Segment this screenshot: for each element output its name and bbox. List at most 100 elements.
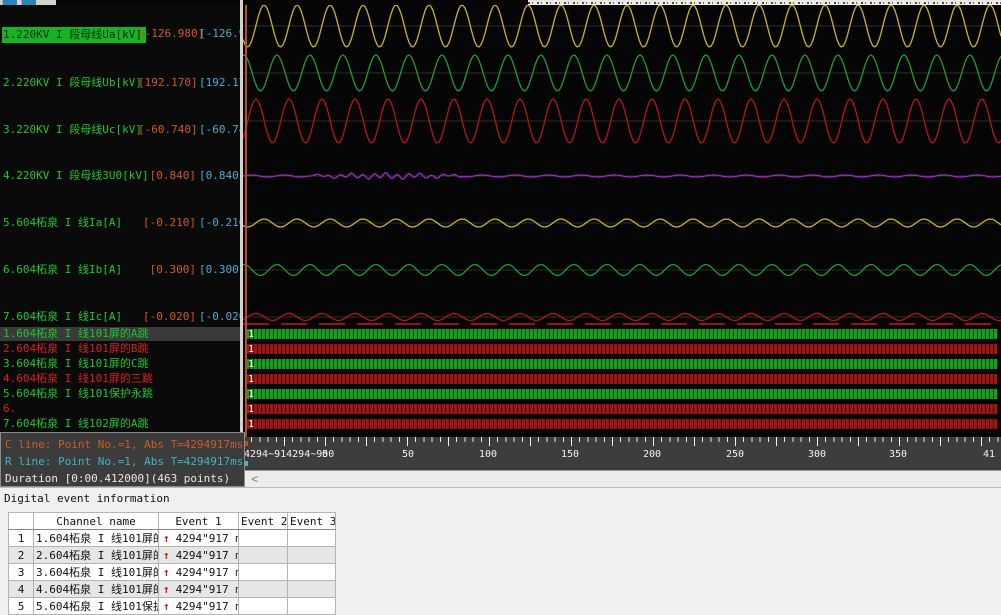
- analog-channel-value-2: [0.300]: [199, 263, 240, 277]
- digital-bar: 1: [245, 373, 999, 385]
- analog-channel-row[interactable]: 3.220KV I 段母线Uc[kV][-60.740][-60.740]: [0, 123, 240, 137]
- rising-edge-arrow-icon: ↑: [163, 532, 170, 545]
- digital-bar-value: 1: [248, 343, 254, 356]
- event-row-number: 2: [9, 547, 34, 564]
- event-table-row[interactable]: 44.604柘泉 I 线101屏的三跳↑4294"917 ms: [9, 581, 336, 598]
- ruler-tick-label: 0: [322, 449, 328, 460]
- event-2-cell: [239, 564, 288, 581]
- r-line-status: R line: Point No.=1, Abs T=4294917ms, Re…: [5, 453, 244, 470]
- digital-channel-row[interactable]: 6.: [0, 402, 240, 416]
- digital-signal-bars: 1111111: [243, 325, 1001, 437]
- event-3-cell: [288, 598, 336, 615]
- analog-channel-name: 1.220KV I 段母线Ua[kV]: [2, 27, 146, 43]
- digital-bar: 1: [245, 403, 999, 415]
- event-row-number: 4: [9, 581, 34, 598]
- horizontal-scrollbar[interactable]: <: [245, 470, 1001, 487]
- analog-channel-row[interactable]: 1.220KV I 段母线Ua[kV][-126.980][-126.980]: [0, 27, 240, 41]
- event-channel-name: 4.604柘泉 I 线101屏的三跳: [34, 581, 159, 598]
- analog-channel-value-1: [-60.740]: [138, 123, 196, 137]
- time-cursor-line[interactable]: [245, 5, 247, 437]
- event-2-cell: [239, 598, 288, 615]
- analog-channel-value-2: [-0.210]: [199, 216, 240, 230]
- analog-channel-value-1: [0.840]: [138, 169, 196, 183]
- event-channel-name: 5.604柘泉 I 线101保护永跳: [34, 598, 159, 615]
- digital-bar-value: 1: [248, 403, 254, 416]
- analog-channel-value-2: [-60.740]: [199, 123, 240, 137]
- event-1-cell: ↑4294"917 ms: [159, 547, 239, 564]
- cursor-status-box: C line: Point No.=1, Abs T=4294917ms, Re…: [0, 432, 245, 487]
- oscillography-viewer-window: { "toolbar": { "icons": ["toolbar-button…: [0, 0, 1001, 605]
- analog-channel-name: 3.220KV I 段母线Uc[kV]: [3, 123, 142, 137]
- digital-channel-row[interactable]: 1.604柘泉 I 线101屏的A跳: [0, 327, 240, 341]
- ruler-tick-label: 41: [983, 449, 995, 460]
- analog-channel-value-2: [192.170]: [199, 76, 240, 90]
- digital-bar-value: 1: [248, 328, 254, 341]
- analog-channel-row[interactable]: 6.604柘泉 I 线Ib[A][0.300][0.300]: [0, 263, 240, 277]
- waveform-plot-area[interactable]: [243, 5, 1001, 325]
- panel-splitter[interactable]: [240, 0, 243, 487]
- c-line-status: C line: Point No.=1, Abs T=4294917ms, Re…: [5, 436, 244, 453]
- ruler-tick-label: 200: [643, 449, 661, 460]
- ruler-tick-label: 300: [808, 449, 826, 460]
- analog-channel-list: 1.220KV I 段母线Ua[kV][-126.980][-126.980]2…: [0, 5, 240, 325]
- digital-bar: 1: [245, 343, 999, 355]
- analog-channel-value-2: [-126.980]: [199, 27, 240, 41]
- event-2-cell: [239, 530, 288, 547]
- event-channel-name: 1.604柘泉 I 线101屏的A跳: [34, 530, 159, 547]
- analog-channel-name: 4.220KV I 段母线3U0[kV]: [3, 169, 149, 183]
- digital-channel-row[interactable]: 2.604柘泉 I 线101屏的B跳: [0, 342, 240, 356]
- ruler-tick-label: 150: [561, 449, 579, 460]
- analog-waveforms: [243, 5, 1001, 325]
- digital-bar: 1: [245, 358, 999, 370]
- analog-channel-row[interactable]: 5.604柘泉 I 线Ia[A][-0.210][-0.210]: [0, 216, 240, 230]
- event-3-cell: [288, 547, 336, 564]
- event-section-header: Digital event information: [0, 487, 1001, 512]
- analog-channel-name: 2.220KV I 段母线Ub[kV]: [3, 76, 142, 90]
- digital-channel-row[interactable]: 3.604柘泉 I 线101屏的C跳: [0, 357, 240, 371]
- ruler-tick-label: 250: [726, 449, 744, 460]
- event-row-number: 1: [9, 530, 34, 547]
- event-3-cell: [288, 530, 336, 547]
- event-table-row[interactable]: 55.604柘泉 I 线101保护永跳↑4294"917 ms: [9, 598, 336, 615]
- analog-channel-value-1: [192.170]: [138, 76, 196, 90]
- digital-bar-value: 1: [248, 358, 254, 371]
- digital-bar-value: 1: [248, 388, 254, 401]
- analog-channel-row[interactable]: 2.220KV I 段母线Ub[kV][192.170][192.170]: [0, 76, 240, 90]
- analog-channel-value-1: [-0.210]: [138, 216, 196, 230]
- digital-bar-value: 1: [248, 373, 254, 386]
- scroll-left-icon[interactable]: <: [251, 472, 258, 487]
- ruler-tick-label: 50: [402, 449, 414, 460]
- ruler-major-ticks: [243, 437, 1001, 446]
- event-2-cell: [239, 581, 288, 598]
- rising-edge-arrow-icon: ↑: [163, 566, 170, 579]
- analog-channel-row[interactable]: 4.220KV I 段母线3U0[kV][0.840][0.840]: [0, 169, 240, 183]
- event-3-cell: [288, 564, 336, 581]
- digital-channel-row[interactable]: 7.604柘泉 I 线102屏的A跳: [0, 417, 240, 431]
- event-table-header-cell: Event 1: [159, 513, 239, 530]
- event-table-header-cell: Event 2: [239, 513, 288, 530]
- time-ruler[interactable]: 4294~914294~950 05010015020025030035041: [243, 437, 1001, 470]
- rising-edge-arrow-icon: ↑: [163, 549, 170, 562]
- event-table-header-cell: Channel name: [34, 513, 159, 530]
- event-table-row[interactable]: 11.604柘泉 I 线101屏的A跳↑4294"917 ms: [9, 530, 336, 547]
- digital-channel-row[interactable]: 5.604柘泉 I 线101保护永跳: [0, 387, 240, 401]
- titlebar-text-sliver: [528, 2, 1001, 4]
- analog-channel-name: 7.604柘泉 I 线Ic[A]: [3, 310, 122, 324]
- event-table-row[interactable]: 33.604柘泉 I 线101屏的C跳↑4294"917 ms: [9, 564, 336, 581]
- event-table-row[interactable]: 22.604柘泉 I 线101屏的B跳↑4294"917 ms: [9, 547, 336, 564]
- clipped-titlebar-text: [528, 0, 1001, 4]
- event-channel-name: 3.604柘泉 I 线101屏的C跳: [34, 564, 159, 581]
- analog-channel-value-1: [-126.980]: [138, 27, 196, 41]
- event-section-title: Digital event information: [4, 492, 170, 505]
- analog-channel-value-2: [-0.020]: [199, 310, 240, 324]
- analog-channel-value-2: [0.840]: [199, 169, 240, 183]
- event-table-header-cell: [9, 513, 34, 530]
- rising-edge-arrow-icon: ↑: [163, 583, 170, 596]
- digital-channel-list: 1.604柘泉 I 线101屏的A跳2.604柘泉 I 线101屏的B跳3.60…: [0, 325, 240, 437]
- event-row-number: 3: [9, 564, 34, 581]
- analog-channel-row[interactable]: 7.604柘泉 I 线Ic[A][-0.020][-0.020]: [0, 310, 240, 324]
- digital-event-table: Channel nameEvent 1Event 2Event 311.604柘…: [8, 512, 336, 615]
- analog-channel-value-1: [0.300]: [138, 263, 196, 277]
- digital-bar: 1: [245, 328, 999, 340]
- digital-channel-row[interactable]: 4.604柘泉 I 线101屏的三跳: [0, 372, 240, 386]
